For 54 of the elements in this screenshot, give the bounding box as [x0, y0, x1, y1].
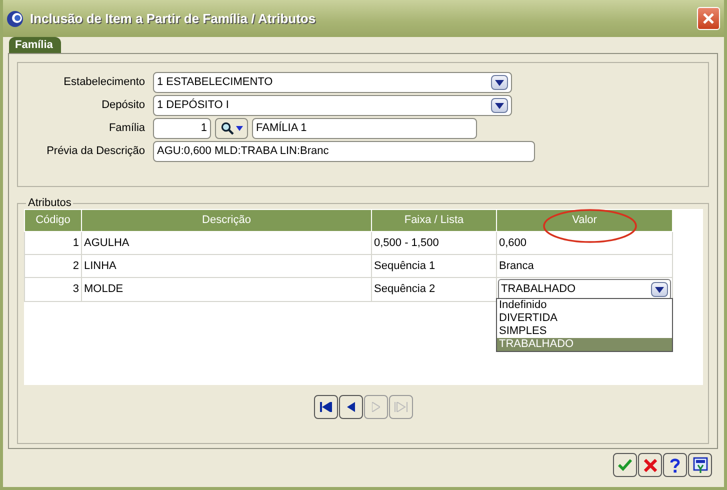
dropdown-option[interactable]: DIVERTIDA: [497, 312, 672, 325]
close-icon: [702, 12, 715, 25]
table-cell: 0,600: [496, 232, 672, 254]
previous-button[interactable]: [339, 395, 363, 419]
column-header: Código: [24, 210, 82, 232]
dropdown-option[interactable]: Indefinido: [497, 299, 672, 312]
dropdown-arrow-icon[interactable]: [491, 75, 508, 90]
code-field[interactable]: 1: [153, 118, 211, 139]
caret-icon: [236, 126, 242, 131]
triangle-left-icon: [347, 402, 355, 412]
window-title: Inclusão de Item a Partir de Família / Atributos: [30, 10, 317, 28]
dropdown-option[interactable]: SIMPLES: [497, 325, 672, 338]
column-header: Faixa / Lista: [372, 210, 496, 232]
dropdown-arrow-icon[interactable]: [651, 282, 668, 297]
field-label: Prévia da Descrição: [46, 144, 145, 160]
skip-to-end-icon: [394, 402, 408, 412]
close-button[interactable]: [697, 7, 720, 30]
column-header: Descrição: [82, 210, 372, 232]
table-cell: LINHA: [82, 254, 372, 278]
table-cell: Branca: [496, 254, 672, 278]
dropdown-field[interactable]: 1 DEPÓSITO I: [153, 95, 512, 116]
table-cell: 1: [24, 232, 82, 254]
app-logo-icon: [5, 8, 25, 28]
table-cell: Sequência 2: [372, 278, 496, 302]
table-cell: AGULHA: [82, 232, 372, 254]
triangle-right-icon: [372, 402, 380, 412]
table-cell: 3: [24, 278, 82, 302]
field-label: Depósito: [100, 98, 145, 114]
field-label: Família: [108, 121, 145, 136]
tab[interactable]: Família: [9, 37, 61, 53]
question-mark-icon: [670, 458, 680, 472]
checkmark-icon: [618, 459, 632, 471]
field-label: Estabelecimento: [62, 75, 145, 90]
table-cell: 2: [24, 254, 82, 278]
text-field[interactable]: AGU:0,600 MLD:TRABA LIN:Branc: [153, 141, 535, 162]
help-button[interactable]: [663, 453, 687, 477]
table-cell: MOLDE: [82, 278, 372, 302]
dropdown-arrow-icon[interactable]: [491, 98, 508, 113]
ok-button[interactable]: [613, 453, 637, 477]
settings-button[interactable]: [688, 453, 712, 477]
dropdown-field[interactable]: 1 ESTABELECIMENTO: [153, 72, 512, 93]
table-cell: Sequência 1: [372, 254, 496, 278]
table-cell: 0,500 - 1,500: [372, 232, 496, 254]
first-record-button[interactable]: [314, 395, 338, 419]
group-title: Atributos: [27, 197, 72, 209]
search-button[interactable]: [215, 118, 248, 139]
cancel-button[interactable]: [638, 453, 662, 477]
skip-to-start-icon: [319, 402, 333, 412]
name-field[interactable]: FAMÍLIA 1: [252, 118, 477, 139]
cross-icon: [644, 458, 656, 472]
search-icon: [220, 122, 234, 135]
dropdown-option[interactable]: TRABALHADO: [497, 338, 672, 351]
column-header: Valor: [496, 210, 672, 232]
monitor-icon: [692, 456, 708, 474]
